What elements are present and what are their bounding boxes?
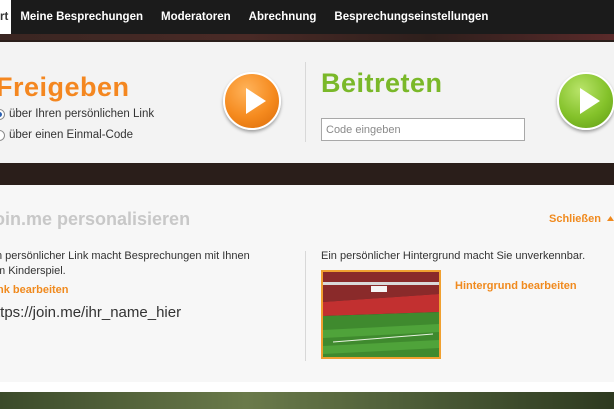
divider bbox=[305, 251, 306, 361]
personal-url: ttps://join.me/ihr_name_hier bbox=[0, 304, 182, 321]
panel-bottom-edge bbox=[0, 382, 614, 392]
join-play-button[interactable] bbox=[557, 72, 614, 130]
link-description-line2: m Kinderspiel. bbox=[0, 265, 66, 277]
share-option-link-label: über Ihren persönlichen Link bbox=[9, 108, 155, 120]
personalize-panel: oin.me personalisieren Schließen n persö… bbox=[0, 185, 614, 382]
nav-item-billing[interactable]: Abrechnung bbox=[240, 0, 326, 34]
link-description-line1: n persönlicher Link macht Besprechungen … bbox=[0, 250, 250, 262]
edit-background-button[interactable]: Hintergrund bearbeiten bbox=[455, 280, 577, 292]
background-description: Ein persönlicher Hintergrund macht Sie u… bbox=[321, 250, 586, 262]
share-join-panel: Freigeben über Ihren persönlichen Link ü… bbox=[0, 42, 614, 163]
background-bottom bbox=[0, 392, 614, 409]
stadium-image bbox=[323, 272, 439, 357]
divider bbox=[305, 62, 306, 142]
triangle-up-icon bbox=[607, 216, 614, 221]
play-icon bbox=[246, 88, 266, 114]
top-nav: rt Meine Besprechungen Moderatoren Abrec… bbox=[0, 0, 614, 34]
radio-link[interactable] bbox=[0, 108, 5, 120]
background-thumbnail[interactable] bbox=[321, 270, 441, 359]
close-link-label: Schließen bbox=[549, 213, 601, 225]
link-description: n persönlicher Link macht Besprechungen … bbox=[0, 249, 296, 279]
join-title: Beitreten bbox=[321, 68, 443, 98]
share-option-link[interactable]: über Ihren persönlichen Link bbox=[0, 108, 154, 120]
play-icon bbox=[580, 88, 600, 114]
share-play-button[interactable] bbox=[223, 72, 281, 130]
nav-item-meetings[interactable]: Meine Besprechungen bbox=[11, 0, 152, 34]
radio-code[interactable] bbox=[0, 129, 5, 141]
share-option-code-label: über einen Einmal-Code bbox=[9, 129, 134, 141]
code-input[interactable] bbox=[321, 118, 525, 141]
personalize-title: oin.me personalisieren bbox=[0, 209, 191, 229]
share-title: Freigeben bbox=[0, 72, 130, 102]
close-link[interactable]: Schließen bbox=[549, 213, 614, 225]
nav-item-moderators[interactable]: Moderatoren bbox=[152, 0, 240, 34]
edit-link-button[interactable]: nk bearbeiten bbox=[0, 284, 69, 296]
nav-item-start[interactable]: rt bbox=[0, 0, 12, 34]
share-option-code[interactable]: über einen Einmal-Code bbox=[0, 129, 133, 141]
nav-item-meeting-settings[interactable]: Besprechungseinstellungen bbox=[325, 0, 497, 34]
